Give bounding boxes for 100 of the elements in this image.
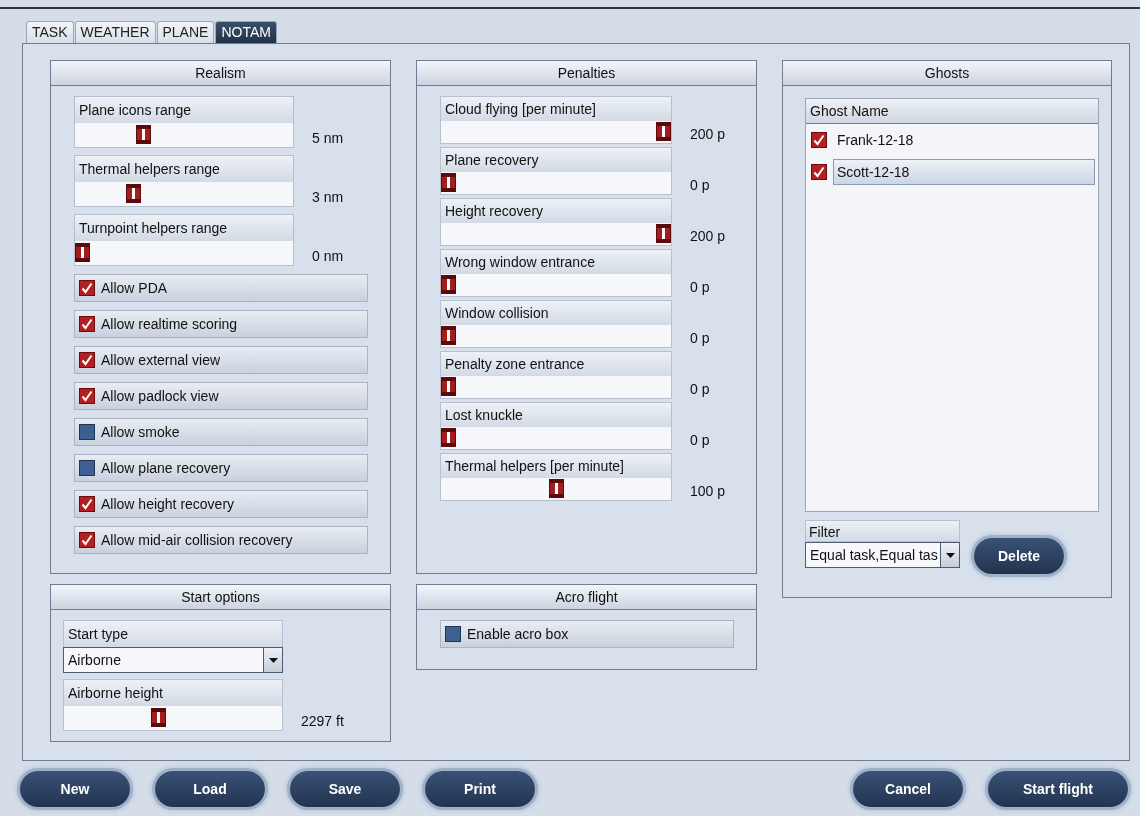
checkbox-option[interactable]: Enable acro box xyxy=(440,620,734,648)
slider-value: 0 p xyxy=(690,381,710,399)
slider-value: 0 nm xyxy=(312,248,344,266)
option-label: Allow PDA xyxy=(101,280,168,296)
caret-icon xyxy=(268,657,278,663)
slider-track[interactable] xyxy=(75,123,293,147)
action-button[interactable]: Print xyxy=(425,771,535,807)
slider-thumb[interactable] xyxy=(441,326,456,345)
panel-title: Acro flight xyxy=(417,585,756,610)
checkbox-icon[interactable] xyxy=(79,424,95,440)
slider-track[interactable] xyxy=(441,427,671,449)
option-label: Enable acro box xyxy=(467,626,569,642)
checkbox-checked-icon[interactable] xyxy=(79,316,95,332)
slider-label: Plane icons range xyxy=(75,97,293,123)
checkbox-option[interactable]: Allow external view xyxy=(74,346,368,374)
field-label: Filter xyxy=(805,520,960,542)
slider-thumb[interactable] xyxy=(441,275,456,294)
slider-track[interactable] xyxy=(441,325,671,347)
slider-label: Window collision xyxy=(441,301,671,325)
slider-label: Height recovery xyxy=(441,199,671,223)
slider-value: 0 p xyxy=(690,330,710,348)
slider-track[interactable] xyxy=(75,182,293,206)
checkbox-checked-icon[interactable] xyxy=(79,532,95,548)
slider-label: Airborne height xyxy=(64,680,282,706)
slider-value: 0 p xyxy=(690,279,710,297)
option-label: Allow mid-air collision recovery xyxy=(101,532,293,548)
slider-label: Wrong window entrance xyxy=(441,250,671,274)
slider-thumb[interactable] xyxy=(656,122,671,141)
panel-title: Ghosts xyxy=(783,61,1111,86)
slider-track[interactable] xyxy=(75,241,293,265)
slider-value: 100 p xyxy=(690,483,726,501)
slider-thumb[interactable] xyxy=(125,184,141,203)
checkbox-checked-icon[interactable] xyxy=(79,388,95,404)
dropdown[interactable]: Airborne xyxy=(63,647,283,673)
panel-title: Penalties xyxy=(417,61,756,86)
checkbox-checked-icon[interactable] xyxy=(79,280,95,296)
checkbox-option[interactable]: Allow plane recovery xyxy=(74,454,368,482)
slider-label: Thermal helpers [per minute] xyxy=(441,454,671,478)
action-button[interactable]: Load xyxy=(155,771,265,807)
tab[interactable]: TASK xyxy=(26,21,74,43)
checkbox-icon[interactable] xyxy=(79,460,95,476)
ghost-name[interactable]: Scott-12-18 xyxy=(833,159,1095,185)
slider-thumb[interactable] xyxy=(441,173,456,192)
checkbox-checked-icon[interactable] xyxy=(79,352,95,368)
tab[interactable]: PLANE xyxy=(156,21,215,43)
checkbox-checked-icon[interactable] xyxy=(79,496,95,512)
action-button[interactable]: Cancel xyxy=(853,771,963,807)
checkbox-option[interactable]: Allow PDA xyxy=(74,274,368,302)
slider-track[interactable] xyxy=(441,223,671,245)
option-label: Allow padlock view xyxy=(101,388,219,404)
slider-track[interactable] xyxy=(441,274,671,296)
checkbox-option[interactable]: Allow smoke xyxy=(74,418,368,446)
slider-thumb[interactable] xyxy=(75,243,90,262)
slider-thumb[interactable] xyxy=(441,377,456,396)
checkbox-checked-icon[interactable] xyxy=(811,132,827,148)
slider-track[interactable] xyxy=(441,376,671,398)
tab[interactable]: WEATHER xyxy=(74,21,156,43)
slider-label: Cloud flying [per minute] xyxy=(441,97,671,121)
slider-value: 0 p xyxy=(690,432,710,450)
slider-thumb[interactable] xyxy=(548,479,564,498)
caret-icon xyxy=(945,552,955,558)
slider-label: Thermal helpers range xyxy=(75,156,293,182)
slider-thumb[interactable] xyxy=(151,708,167,727)
checkbox-checked-icon[interactable] xyxy=(811,164,827,180)
option-label: Allow smoke xyxy=(101,424,180,440)
slider-track[interactable] xyxy=(441,121,671,143)
panel-title: Start options xyxy=(51,585,390,610)
slider-value: 200 p xyxy=(690,228,726,246)
slider-value: 2297 ft xyxy=(301,713,344,731)
column-header: Ghost Name xyxy=(806,99,1098,124)
option-label: Allow plane recovery xyxy=(101,460,231,476)
slider-value: 5 nm xyxy=(312,130,344,148)
checkbox-option[interactable]: Allow height recovery xyxy=(74,490,368,518)
dropdown[interactable]: Equal task,Equal tas xyxy=(805,542,960,568)
slider-track[interactable] xyxy=(64,706,282,730)
slider-thumb[interactable] xyxy=(135,125,151,144)
option-label: Allow height recovery xyxy=(101,496,235,512)
tab[interactable]: NOTAM xyxy=(215,21,277,43)
slider-value: 3 nm xyxy=(312,189,344,207)
checkbox-option[interactable]: Allow padlock view xyxy=(74,382,368,410)
ghost-name[interactable]: Frank-12-18 xyxy=(833,127,1095,153)
delete-button[interactable]: Delete xyxy=(974,538,1064,574)
option-label: Allow realtime scoring xyxy=(101,316,238,332)
checkbox-option[interactable]: Allow mid-air collision recovery xyxy=(74,526,368,554)
slider-track[interactable] xyxy=(441,172,671,194)
action-button[interactable]: Start flight xyxy=(988,771,1128,807)
slider-track[interactable] xyxy=(441,478,671,500)
slider-thumb[interactable] xyxy=(656,224,671,243)
checkbox-icon[interactable] xyxy=(445,626,461,642)
checkbox-option[interactable]: Allow realtime scoring xyxy=(74,310,368,338)
panel-title: Realism xyxy=(51,61,390,86)
slider-label: Lost knuckle xyxy=(441,403,671,427)
slider-label: Penalty zone entrance xyxy=(441,352,671,376)
option-label: Allow external view xyxy=(101,352,221,368)
slider-thumb[interactable] xyxy=(441,428,456,447)
slider-value: 200 p xyxy=(690,126,726,144)
action-button[interactable]: Save xyxy=(290,771,400,807)
slider-label: Turnpoint helpers range xyxy=(75,215,293,241)
action-button[interactable]: New xyxy=(20,771,130,807)
slider-value: 0 p xyxy=(690,177,710,195)
